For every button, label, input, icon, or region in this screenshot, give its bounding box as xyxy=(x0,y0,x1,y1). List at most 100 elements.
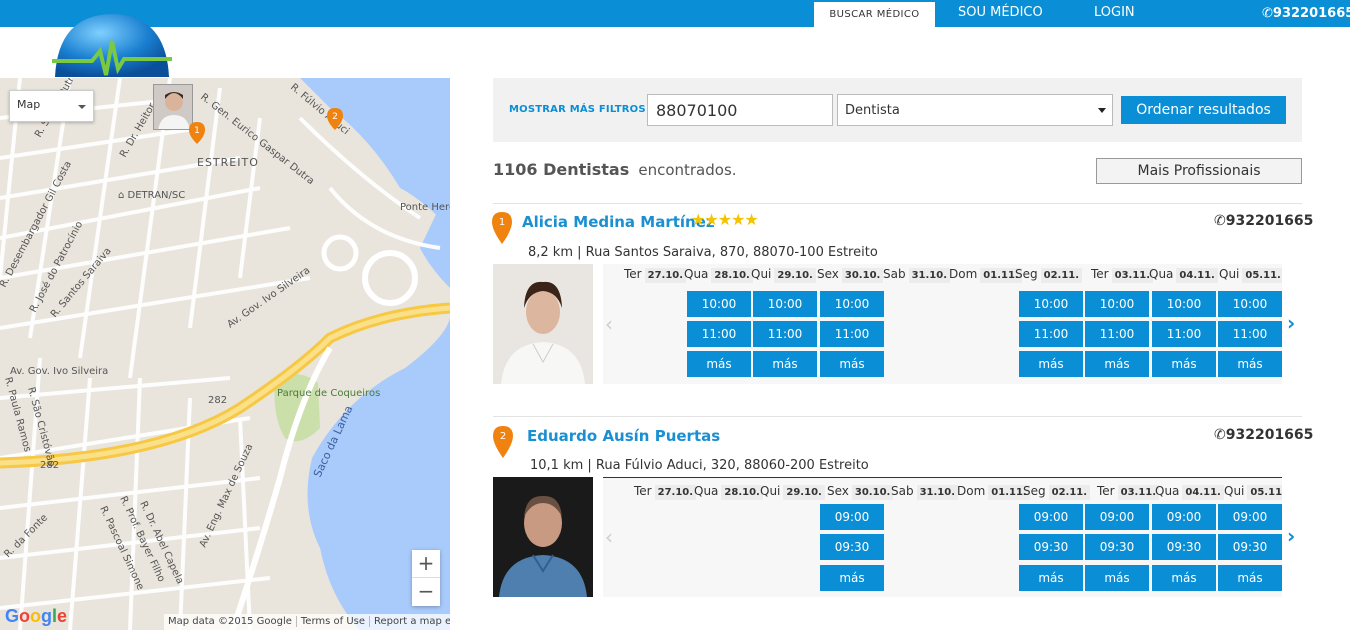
more-slots-button[interactable]: más xyxy=(1085,565,1149,591)
more-filters-link[interactable]: MOSTRAR MÁS FILTROS xyxy=(509,104,646,115)
results-count: 1106 Dentistas encontrados. xyxy=(493,160,737,179)
more-slots-button[interactable]: más xyxy=(1218,351,1282,377)
doctor-phone[interactable]: ✆932201665 xyxy=(1214,213,1313,229)
chevron-down-icon xyxy=(1098,108,1106,113)
doctor-photo[interactable] xyxy=(493,264,593,384)
chevron-right-icon[interactable]: › xyxy=(1287,311,1295,335)
time-slot[interactable]: 09:30 xyxy=(820,534,884,560)
results-map[interactable]: ESTREITO ⌂ DETRAN/SC Ponte Hercílio Av. … xyxy=(0,78,450,630)
day-header: Ter 03.11. xyxy=(1091,267,1154,287)
time-slot[interactable]: 11:00 xyxy=(1019,321,1083,347)
time-slot[interactable]: 10:00 xyxy=(753,291,817,317)
time-slot[interactable]: 09:30 xyxy=(1085,534,1149,560)
search-panel: MOSTRAR MÁS FILTROS 88070100 Dentista Or… xyxy=(493,78,1302,142)
time-slot[interactable]: 10:00 xyxy=(1152,291,1216,317)
day-header: Qua 04.11. xyxy=(1155,484,1224,504)
doctor-photo[interactable] xyxy=(493,477,593,597)
zoom-out-button[interactable]: − xyxy=(412,578,440,606)
day-header: Seg 02.11. xyxy=(1023,484,1091,504)
result-marker-1-number: 1 xyxy=(499,217,505,228)
map-detran-icon: ⌂ xyxy=(118,190,128,201)
chevron-left-icon[interactable]: ‹ xyxy=(605,525,613,549)
day-header: Qua 04.11. xyxy=(1149,267,1218,287)
day-header: Qui 29.10. xyxy=(751,267,816,287)
result-marker-1: 1 xyxy=(492,212,512,244)
time-slot[interactable]: 10:00 xyxy=(1218,291,1282,317)
more-slots-button[interactable]: más xyxy=(820,351,884,377)
time-slot[interactable]: 10:00 xyxy=(687,291,751,317)
more-slots-button[interactable]: más xyxy=(1152,351,1216,377)
map-type-label: Map xyxy=(17,98,41,111)
time-slot[interactable]: 11:00 xyxy=(820,321,884,347)
google-logo[interactable]: Google xyxy=(5,606,67,627)
time-slot[interactable]: 09:00 xyxy=(1152,504,1216,530)
more-slots-button[interactable]: más xyxy=(1019,351,1083,377)
chevron-left-icon[interactable]: ‹ xyxy=(605,312,613,336)
time-slot[interactable]: 11:00 xyxy=(1085,321,1149,347)
more-slots-button[interactable]: más xyxy=(1019,565,1083,591)
time-slot[interactable]: 11:00 xyxy=(687,321,751,347)
schedule-panel: Ter 27.10. Qua 28.10. Qui 29.10. Sex 30.10. … xyxy=(603,477,1302,597)
day-header: Sab 31.10. xyxy=(883,267,951,287)
more-slots-button[interactable]: más xyxy=(1085,351,1149,377)
map-label-parque: Parque de Coqueiros xyxy=(277,388,380,399)
map-doctor-thumbnail[interactable] xyxy=(153,84,193,130)
nav-buscar-medico[interactable]: BUSCAR MÉDICO xyxy=(814,2,935,27)
zip-input[interactable]: 88070100 xyxy=(647,94,833,126)
map-terms-link[interactable]: Terms of Use xyxy=(296,616,371,627)
doctor-phone[interactable]: ✆932201665 xyxy=(1214,427,1313,443)
doctor-phone-number: 932201665 xyxy=(1225,213,1314,229)
schedule-panel: Ter 27.10. Qua 28.10. Qui 29.10. Sex 30.10. … xyxy=(603,264,1302,384)
nav-login[interactable]: LOGIN xyxy=(1094,0,1135,27)
time-slot[interactable]: 09:30 xyxy=(1218,534,1282,560)
day-header: Sex 30.10. xyxy=(827,484,894,504)
map-label-ponte: Ponte Hercílio xyxy=(400,201,450,213)
more-slots-button[interactable]: más xyxy=(687,351,751,377)
day-header: Sex 30.10. xyxy=(817,267,884,287)
header-phone[interactable]: ✆932201665 xyxy=(1262,0,1350,27)
time-slot[interactable]: 09:30 xyxy=(1019,534,1083,560)
map-report-link[interactable]: Report a map error xyxy=(370,616,450,627)
day-header: Qui 05.11. xyxy=(1224,484,1289,504)
time-slot[interactable]: 11:00 xyxy=(1218,321,1282,347)
specialty-select[interactable]: Dentista xyxy=(837,94,1113,126)
zoom-in-button[interactable]: + xyxy=(412,550,440,578)
more-slots-button[interactable]: más xyxy=(753,351,817,377)
more-slots-button[interactable]: más xyxy=(1152,565,1216,591)
map-marker-1[interactable]: 1 xyxy=(189,122,205,144)
sort-results-button[interactable]: Ordenar resultados xyxy=(1121,96,1286,124)
chevron-right-icon[interactable]: › xyxy=(1287,524,1295,548)
map-type-selector[interactable]: Map xyxy=(9,90,94,122)
time-slot[interactable]: 10:00 xyxy=(1019,291,1083,317)
site-logo[interactable] xyxy=(52,11,172,79)
more-professionals-button[interactable]: Mais Profissionais xyxy=(1096,158,1302,184)
time-slot[interactable]: 09:30 xyxy=(1152,534,1216,560)
more-slots-button[interactable]: más xyxy=(1218,565,1282,591)
phone-icon: ✆ xyxy=(1214,213,1226,229)
map-zoom-control: + − xyxy=(412,550,440,606)
doctor-name-link[interactable]: Alicia Medina Martínez xyxy=(522,213,715,231)
nav-sou-medico[interactable]: SOU MÉDICO xyxy=(958,0,1043,27)
day-header: Dom 01.11. xyxy=(957,484,1030,504)
time-slot[interactable]: 09:00 xyxy=(1085,504,1149,530)
more-slots-button[interactable]: más xyxy=(820,565,884,591)
result-marker-2-number: 2 xyxy=(500,431,506,442)
day-header: Qui 29.10. xyxy=(760,484,825,504)
time-slot[interactable]: 10:00 xyxy=(1085,291,1149,317)
map-data-credit: Map data ©2015 Google xyxy=(164,616,297,627)
header-phone-number: 932201665 xyxy=(1272,6,1350,21)
map-label-detran-text: DETRAN/SC xyxy=(128,190,186,201)
time-slot[interactable]: 09:00 xyxy=(820,504,884,530)
time-slot[interactable]: 11:00 xyxy=(1152,321,1216,347)
time-slot[interactable]: 09:00 xyxy=(1218,504,1282,530)
day-header: Qua 28.10. xyxy=(694,484,763,504)
time-slot[interactable]: 10:00 xyxy=(820,291,884,317)
phone-icon: ✆ xyxy=(1214,427,1226,443)
time-slot[interactable]: 09:00 xyxy=(1019,504,1083,530)
map-marker-2[interactable]: 2 xyxy=(327,108,343,130)
doctor-address: 8,2 km | Rua Santos Saraiva, 870, 88070-… xyxy=(528,245,878,260)
map-label-detran: ⌂ DETRAN/SC xyxy=(118,190,185,201)
time-slot[interactable]: 11:00 xyxy=(753,321,817,347)
map-label-road-282-a: 282 xyxy=(208,395,227,406)
doctor-name-link[interactable]: Eduardo Ausín Puertas xyxy=(527,427,720,445)
